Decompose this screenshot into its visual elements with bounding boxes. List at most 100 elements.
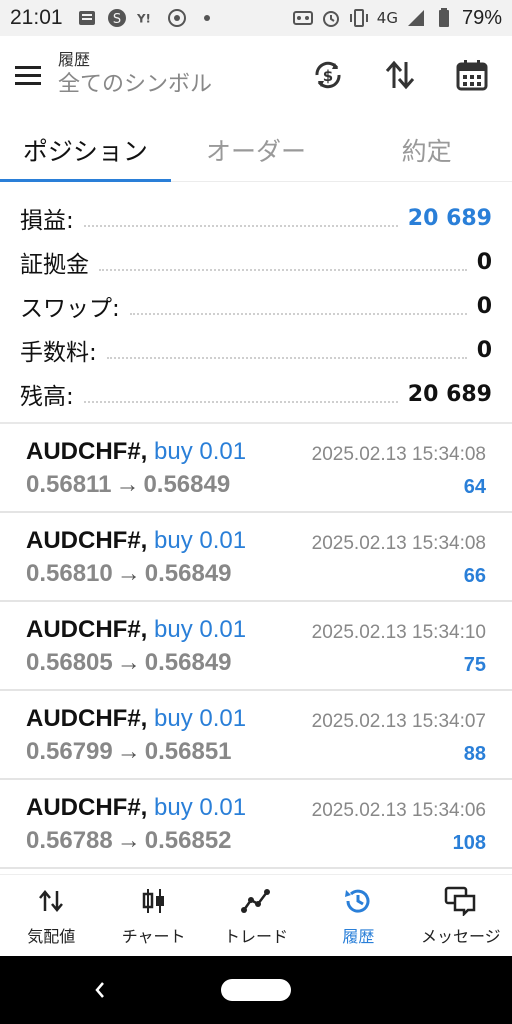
summary-value: 20 689	[407, 205, 492, 231]
calendar-icon	[456, 60, 488, 91]
arrow-right-icon: →	[116, 560, 141, 587]
summary-label: 損益:	[20, 208, 74, 234]
tab-positions[interactable]: ポジション	[0, 118, 171, 182]
history-icon	[341, 885, 375, 917]
deal-side: buy 0.01	[154, 794, 247, 821]
yahoo-icon: Y!	[137, 8, 157, 28]
app-bar: 履歴 全てのシンボル $	[0, 36, 512, 114]
deal-list: AUDCHF#, buy 0.01 2025.02.13 15:34:08 0.…	[0, 424, 512, 869]
home-pill[interactable]	[221, 979, 291, 1001]
deal-time: 2025.02.13 15:34:08	[311, 444, 486, 465]
open-price: 0.56799	[26, 738, 113, 765]
svg-text:S: S	[112, 12, 120, 27]
deal-side: buy 0.01	[154, 616, 247, 643]
arrow-right-icon: →	[116, 827, 141, 854]
nav-messages[interactable]: メッセージ	[410, 875, 512, 956]
deal-profit: 66	[463, 565, 486, 587]
deal-side: buy 0.01	[154, 438, 247, 465]
hamburger-icon	[15, 66, 41, 85]
chart-icon	[137, 885, 171, 917]
tab-deals[interactable]: 約定	[341, 118, 512, 181]
dotted-leader	[99, 269, 467, 271]
sort-arrows-icon	[385, 60, 415, 90]
summary-row-margin: 証拠金 0	[20, 240, 492, 284]
deal-header: AUDCHF#, buy 0.01	[26, 527, 246, 555]
deal-header: AUDCHF#, buy 0.01	[26, 794, 246, 822]
deal-time: 2025.02.13 15:34:06	[311, 800, 486, 821]
deal-header: AUDCHF#, buy 0.01	[26, 616, 246, 644]
deal-symbol: AUDCHF#,	[26, 616, 148, 643]
nav-label: 履歴	[342, 926, 375, 946]
list-item[interactable]: AUDCHF#, buy 0.01 2025.02.13 15:34:07 0.…	[0, 691, 512, 780]
summary-label: 手数料:	[20, 340, 97, 366]
summary-panel: 損益: 20 689 証拠金 0 スワップ: 0 手数料: 0 残高: 20 6…	[0, 196, 512, 416]
open-price: 0.56811	[26, 471, 112, 498]
deal-profit: 64	[463, 476, 486, 498]
deal-side: buy 0.01	[154, 705, 247, 732]
system-nav-bar	[0, 956, 512, 1024]
deal-prices: 0.56810 → 0.56849	[26, 560, 232, 588]
deal-profit: 88	[463, 743, 486, 765]
summary-value: 0	[476, 337, 492, 363]
summary-label: 証拠金	[20, 252, 89, 278]
deal-symbol: AUDCHF#,	[26, 705, 148, 732]
deal-symbol: AUDCHF#,	[26, 527, 148, 554]
deal-profit: 75	[463, 654, 486, 676]
deal-prices: 0.56799 → 0.56851	[26, 738, 232, 766]
deal-prices: 0.56805 → 0.56849	[26, 649, 232, 677]
svg-text:Y!: Y!	[137, 12, 151, 26]
quotes-icon	[34, 885, 68, 917]
list-item[interactable]: AUDCHF#, buy 0.01 2025.02.13 15:34:10 0.…	[0, 602, 512, 691]
sort-button[interactable]	[372, 47, 428, 103]
back-button[interactable]	[88, 976, 112, 1004]
nav-label: 気配値	[27, 926, 76, 946]
open-price: 0.56810	[26, 560, 113, 587]
deal-header: AUDCHF#, buy 0.01	[26, 705, 246, 733]
open-price: 0.56805	[26, 649, 113, 676]
dot-icon	[197, 8, 217, 28]
summary-value: 0	[476, 249, 492, 275]
list-item[interactable]: AUDCHF#, buy 0.01 2025.02.13 15:34:08 0.…	[0, 424, 512, 513]
dotted-leader	[129, 313, 467, 315]
svg-text:$: $	[323, 67, 333, 85]
tab-orders[interactable]: オーダー	[171, 118, 342, 181]
close-price: 0.56851	[144, 738, 232, 765]
list-item[interactable]: AUDCHF#, buy 0.01 2025.02.13 15:34:06 0.…	[0, 780, 512, 869]
close-price: 0.56849	[144, 649, 232, 676]
battery-percent: 79%	[461, 6, 502, 29]
nav-quotes[interactable]: 気配値	[0, 875, 102, 956]
deal-time: 2025.02.13 15:34:10	[311, 622, 486, 643]
deal-time: 2025.02.13 15:34:07	[311, 711, 486, 732]
dotted-leader	[83, 225, 398, 227]
summary-row-commission: 手数料: 0	[20, 328, 492, 372]
close-price: 0.56852	[144, 827, 232, 854]
currency-toggle-button[interactable]: $	[300, 47, 356, 103]
arrow-right-icon: →	[116, 649, 141, 676]
calendar-button[interactable]	[444, 47, 500, 103]
page-title: 履歴	[58, 50, 91, 69]
list-item[interactable]: AUDCHF#, buy 0.01 2025.02.13 15:34:08 0.…	[0, 513, 512, 602]
arrow-right-icon: →	[115, 471, 140, 498]
deal-prices: 0.56811 → 0.56849	[26, 471, 230, 499]
messages-icon	[444, 885, 478, 917]
history-tabs: ポジション オーダー 約定	[0, 118, 512, 182]
alarm-icon	[321, 8, 341, 28]
network-type: 4G	[376, 9, 398, 27]
close-price: 0.56849	[143, 471, 231, 498]
title-block[interactable]: 履歴 全てのシンボル	[58, 50, 212, 100]
deal-prices: 0.56788 → 0.56852	[26, 827, 232, 855]
summary-value: 0	[476, 293, 492, 319]
nav-chart[interactable]: チャート	[102, 875, 204, 956]
bottom-nav: 気配値 チャート トレード 履歴 メッセージ	[0, 874, 512, 956]
nav-trade[interactable]: トレード	[205, 875, 307, 956]
news-icon	[77, 8, 97, 28]
status-bar: 21:01 S Y! 4G 79%	[0, 0, 512, 36]
dotted-leader	[83, 401, 398, 403]
menu-button[interactable]	[0, 36, 56, 114]
summary-label: スワップ:	[20, 296, 120, 322]
dotted-leader	[106, 357, 467, 359]
deal-symbol: AUDCHF#,	[26, 794, 148, 821]
currency-cycle-icon: $	[315, 61, 341, 89]
deal-header: AUDCHF#, buy 0.01	[26, 438, 246, 466]
nav-history[interactable]: 履歴	[307, 875, 409, 956]
